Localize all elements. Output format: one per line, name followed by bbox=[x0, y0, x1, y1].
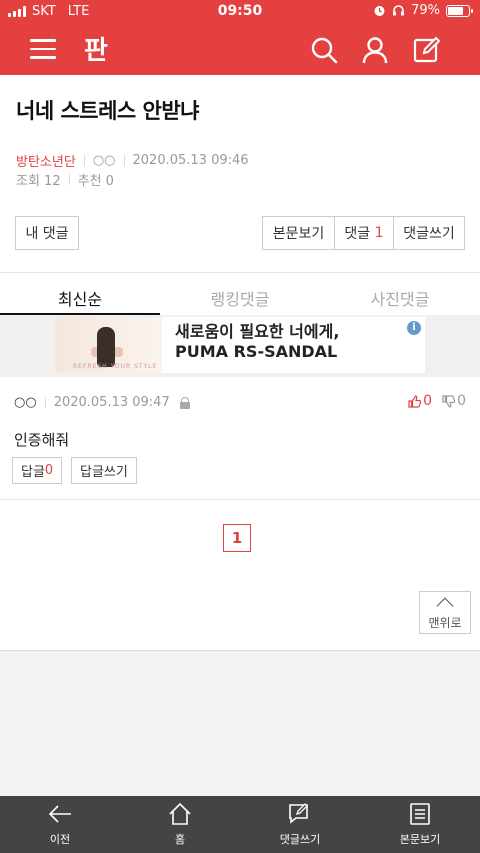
thumbs-down-icon bbox=[442, 394, 456, 408]
menu-icon[interactable] bbox=[30, 39, 56, 59]
ad-image: REFRESH YOUR STYLE bbox=[55, 317, 162, 373]
post-action-buttons: 본문보기 댓글 1 댓글쓰기 bbox=[262, 216, 465, 250]
scroll-to-top-button[interactable]: 맨위로 bbox=[419, 591, 471, 634]
battery-icon bbox=[446, 4, 473, 17]
lock-icon bbox=[179, 396, 190, 409]
post-nickname: ○○ bbox=[92, 153, 116, 168]
back-arrow-icon bbox=[48, 805, 71, 823]
dislike-count: 0 bbox=[457, 393, 466, 409]
meta-divider bbox=[44, 397, 46, 408]
nav-view-post[interactable]: 본문보기 bbox=[360, 796, 480, 853]
comments-label: 댓글 bbox=[344, 226, 371, 242]
post-title: 너네 스트레스 안받냐 bbox=[16, 99, 200, 123]
write-icon[interactable] bbox=[412, 35, 442, 65]
home-icon bbox=[169, 802, 191, 825]
tab-latest[interactable]: 최신순 bbox=[0, 273, 160, 315]
reply-button[interactable]: 답글 0 bbox=[12, 457, 63, 484]
dislike-button[interactable]: 0 bbox=[442, 393, 466, 409]
nav-home[interactable]: 홈 bbox=[120, 796, 240, 853]
bottom-nav: 이전 홈 댓글쓰기 본문보기 bbox=[0, 796, 480, 853]
scroll-to-top-label: 맨위로 bbox=[428, 616, 462, 630]
nav-home-label: 홈 bbox=[174, 833, 186, 846]
comment-datetime: 2020.05.13 09:47 bbox=[53, 395, 170, 410]
tab-ranking[interactable]: 랭킹댓글 bbox=[160, 273, 320, 315]
view-post-button[interactable]: 본문보기 bbox=[262, 216, 334, 250]
ad-info-icon[interactable]: i bbox=[407, 321, 421, 335]
comment-author: ○○ bbox=[14, 395, 37, 410]
view-count: 조회 12 bbox=[16, 174, 61, 189]
meta-divider bbox=[123, 155, 125, 166]
nav-write-comment-label: 댓글쓰기 bbox=[279, 833, 321, 846]
comment-item: ○○ 2020.05.13 09:47 0 0 인증해줘 답글 0 답글쓰기 bbox=[0, 377, 480, 499]
post-stats: 조회 12 추천 0 bbox=[16, 170, 114, 189]
comments-button[interactable]: 댓글 1 bbox=[334, 216, 393, 250]
post-datetime: 2020.05.13 09:46 bbox=[132, 153, 249, 168]
battery-percent: 79% bbox=[411, 3, 440, 18]
write-reply-button[interactable]: 답글쓰기 bbox=[71, 457, 137, 484]
nav-view-post-label: 본문보기 bbox=[399, 833, 441, 846]
alarm-icon bbox=[374, 6, 385, 16]
reply-label: 답글 bbox=[21, 465, 45, 480]
post-content: 너네 스트레스 안받냐 방탄소년단 ○○ 2020.05.13 09:46 조회… bbox=[0, 75, 480, 650]
nav-back-label: 이전 bbox=[49, 833, 71, 846]
document-icon bbox=[410, 803, 430, 825]
my-comments-button[interactable]: 내 댓글 bbox=[15, 216, 79, 250]
ad-image-caption: REFRESH YOUR STYLE bbox=[73, 363, 158, 370]
comment-write-icon bbox=[289, 803, 308, 824]
meta-divider bbox=[83, 155, 85, 166]
comment-meta: ○○ 2020.05.13 09:47 bbox=[14, 395, 190, 410]
reply-count: 0 bbox=[44, 463, 54, 478]
pann-logo[interactable]: 판 bbox=[84, 30, 108, 67]
status-bar: SKT LTE 09:50 79% bbox=[0, 0, 480, 24]
recommend-count: 추천 0 bbox=[77, 174, 114, 189]
comment-text: 인증해줘 bbox=[14, 431, 70, 449]
like-count: 0 bbox=[423, 393, 433, 409]
nav-write-comment[interactable]: 댓글쓰기 bbox=[240, 796, 360, 853]
comment-sort-tabs: 최신순 랭킹댓글 사진댓글 bbox=[0, 273, 480, 315]
post-meta: 방탄소년단 ○○ 2020.05.13 09:46 bbox=[16, 151, 249, 170]
page-number-current[interactable]: 1 bbox=[223, 524, 251, 552]
comments-count: 1 bbox=[374, 225, 384, 241]
ad-text: 새로움이 필요한 너에게, PUMA RS-SANDAL bbox=[175, 322, 340, 361]
app-header: SKT LTE 09:50 79% 판 bbox=[0, 0, 480, 75]
divider bbox=[0, 499, 480, 500]
battery-fill bbox=[448, 6, 463, 15]
headphones-icon bbox=[393, 5, 405, 16]
chevron-up-icon bbox=[436, 597, 454, 615]
nav-back[interactable]: 이전 bbox=[0, 796, 120, 853]
user-icon[interactable] bbox=[360, 35, 390, 65]
meta-divider bbox=[68, 174, 70, 185]
post-author[interactable]: 방탄소년단 bbox=[16, 151, 76, 170]
comment-votes: 0 0 bbox=[408, 393, 466, 409]
tab-photo[interactable]: 사진댓글 bbox=[320, 273, 480, 315]
like-button[interactable]: 0 bbox=[408, 393, 432, 409]
ad-banner[interactable]: REFRESH YOUR STYLE 새로움이 필요한 너에게, PUMA RS… bbox=[55, 317, 425, 373]
thumbs-up-icon bbox=[408, 394, 422, 408]
search-icon[interactable] bbox=[309, 35, 339, 65]
write-comment-button[interactable]: 댓글쓰기 bbox=[393, 216, 465, 250]
divider bbox=[0, 650, 480, 651]
